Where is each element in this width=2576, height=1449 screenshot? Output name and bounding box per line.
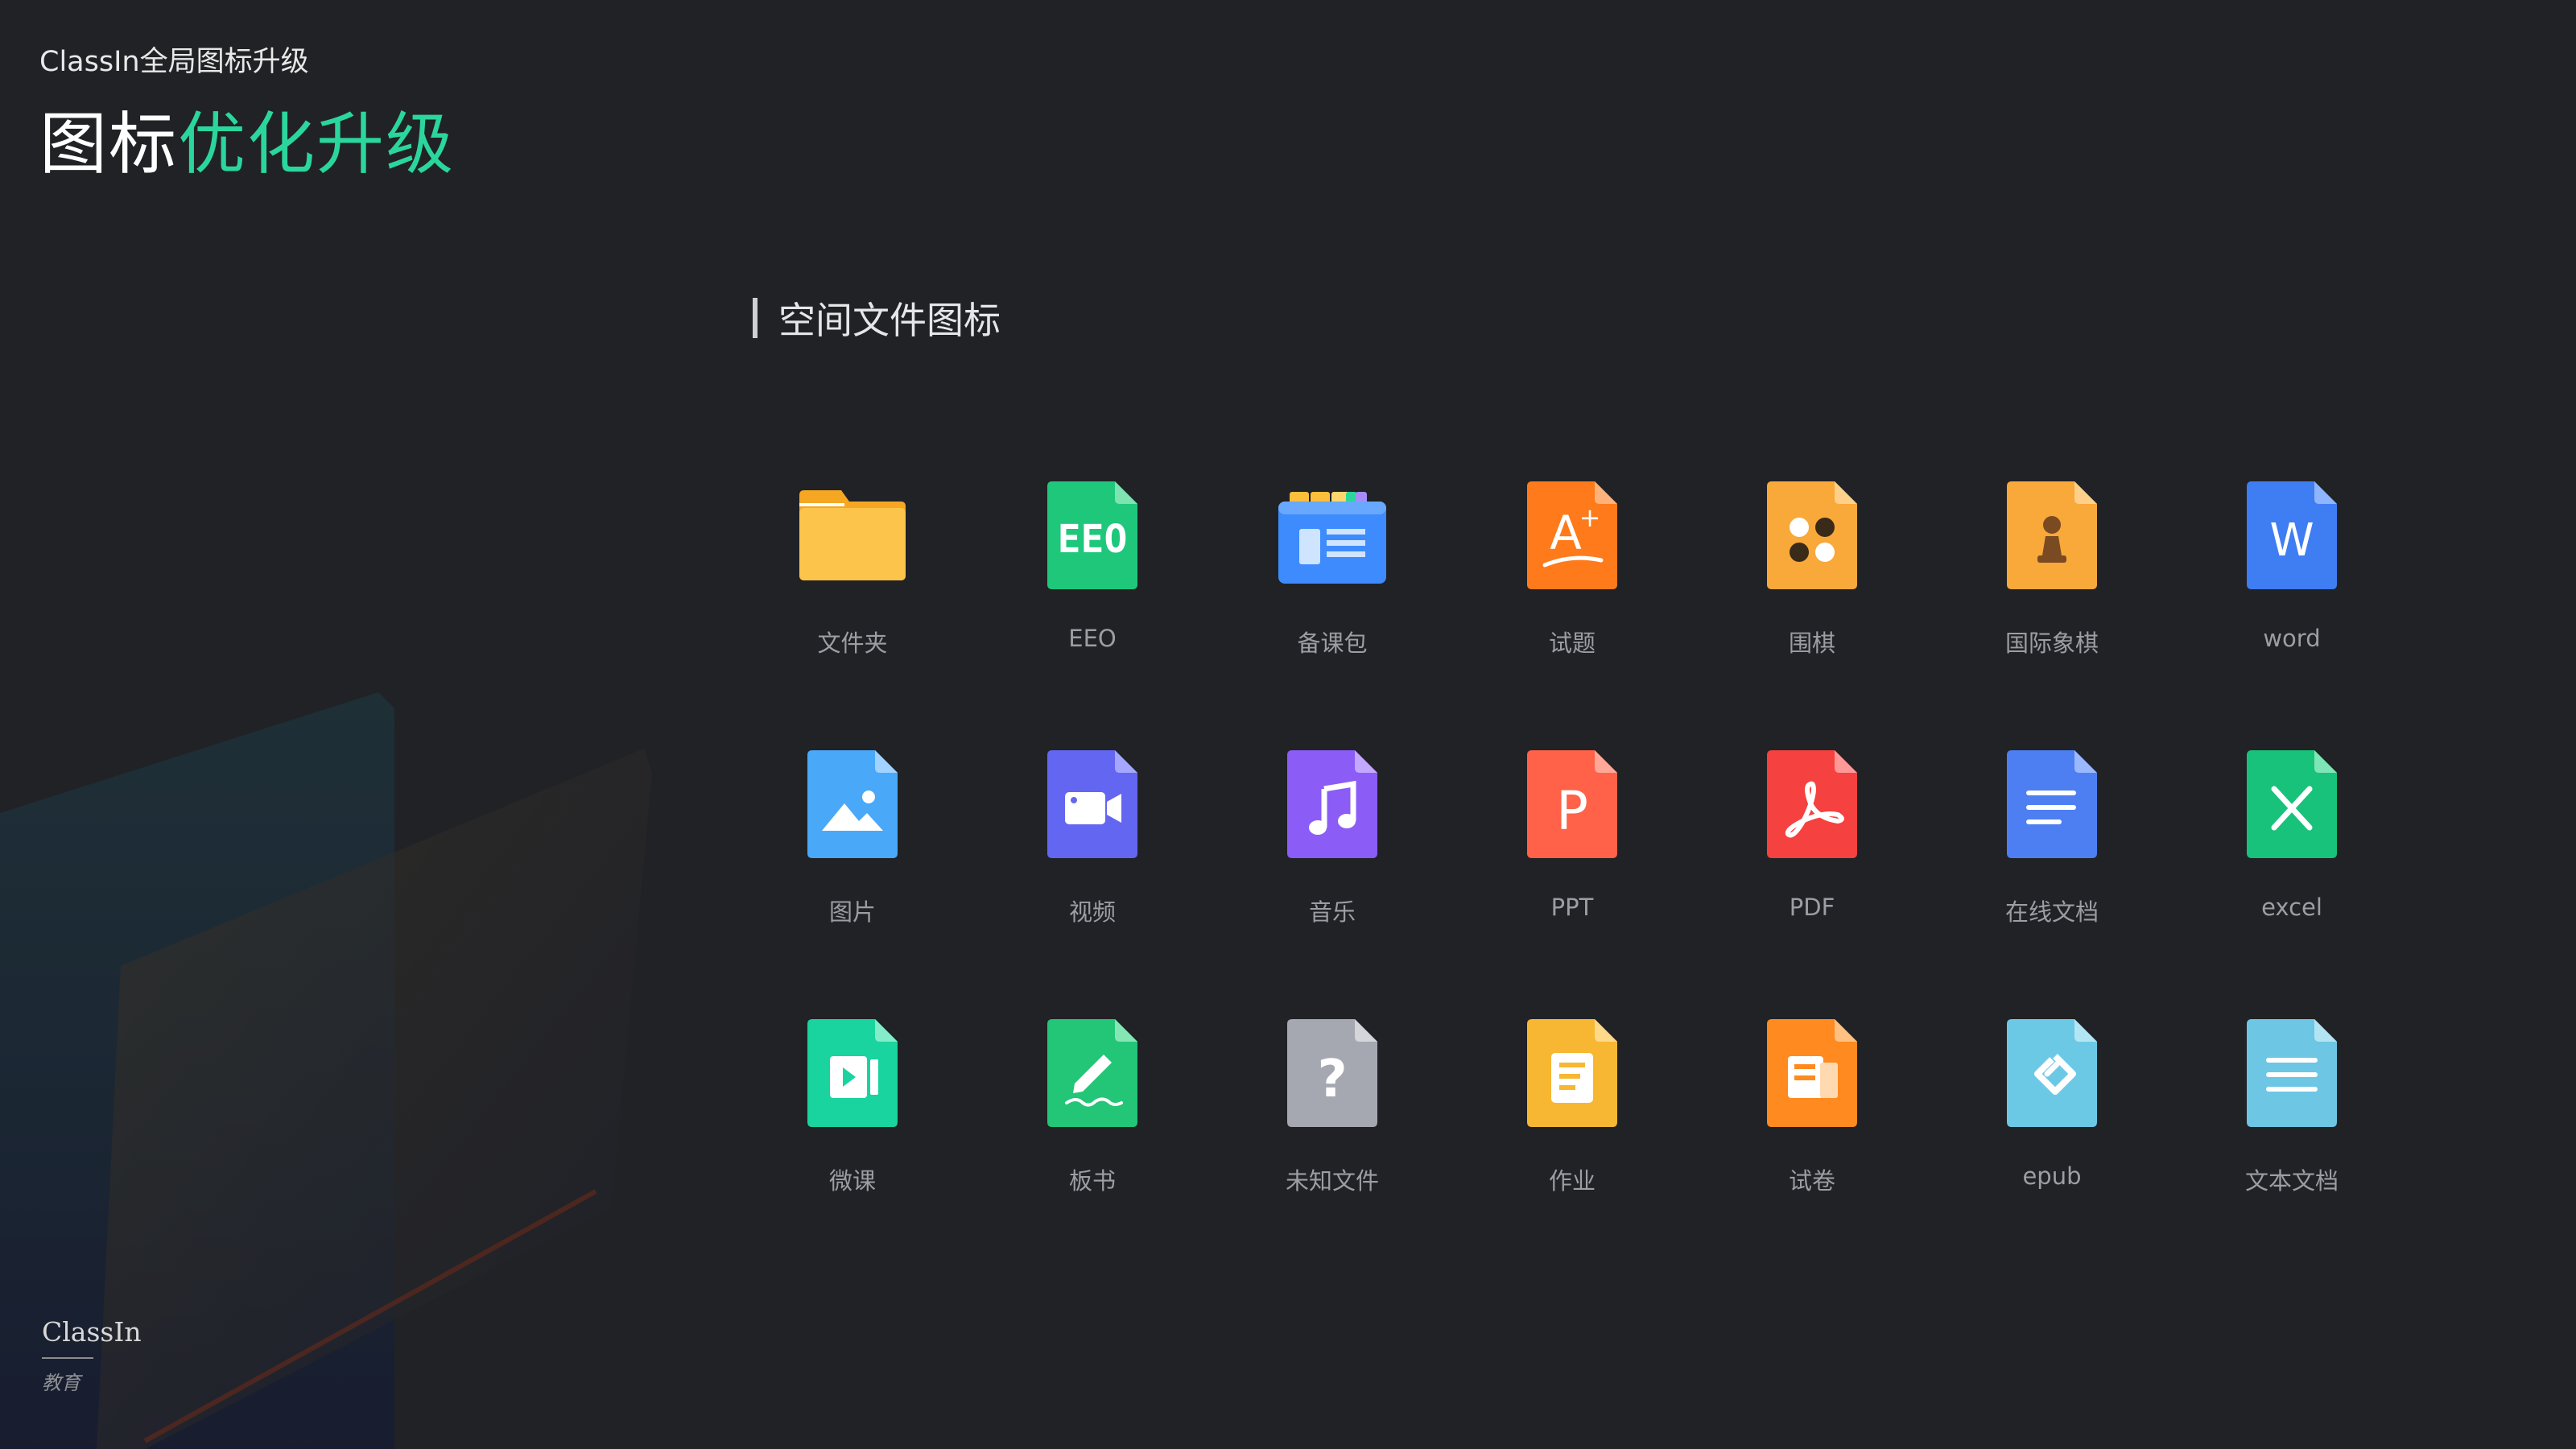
- file-type-label: excel: [2261, 894, 2322, 921]
- file-type-label: 作业: [1548, 1167, 1596, 1195]
- homework-icon: [1527, 1019, 1617, 1127]
- page-title-green: 优化升级: [178, 105, 456, 184]
- section-heading: 空间文件图标: [753, 290, 1001, 346]
- image-icon: [807, 750, 898, 858]
- file-type-label: 试卷: [1788, 1167, 1835, 1195]
- micro-lesson-icon: [807, 1019, 898, 1127]
- file-type-label: EEO: [1068, 625, 1117, 652]
- presentation-subtitle: ClassIn全局图标升级: [39, 46, 309, 78]
- svg-text:?: ?: [1317, 1050, 1347, 1109]
- file-type-video: 视频: [972, 744, 1212, 1013]
- word-icon: W: [2247, 481, 2337, 589]
- blackboard-writing-icon: [1047, 1019, 1137, 1127]
- file-type-label: 微课: [828, 1167, 876, 1195]
- text-doc-icon: [2247, 1019, 2337, 1127]
- brand-subtitle: 教育: [42, 1372, 80, 1394]
- svg-text:EEO: EEO: [1058, 517, 1128, 562]
- ppt-icon: P: [1527, 750, 1617, 858]
- file-type-label: 国际象棋: [2004, 630, 2099, 657]
- file-type-test-question: A + 试题: [1452, 475, 1692, 744]
- file-type-text-doc: 文本文档: [2172, 1013, 2412, 1282]
- brand-divider: [42, 1357, 93, 1359]
- file-type-lesson-package: 备课包: [1212, 475, 1452, 744]
- excel-icon: [2247, 750, 2337, 858]
- online-doc-icon: [2007, 750, 2097, 858]
- file-type-label: 未知文件: [1285, 1167, 1379, 1195]
- file-type-label: 视频: [1068, 898, 1116, 926]
- file-type-micro-lesson: 微课: [733, 1013, 972, 1282]
- file-type-label: 文本文档: [2244, 1167, 2339, 1195]
- file-type-online-doc: 在线文档: [1932, 744, 2172, 1013]
- file-type-homework: 作业: [1452, 1013, 1692, 1282]
- unknown-file-icon: ?: [1287, 1019, 1377, 1127]
- background-tablet-decoration: [0, 692, 652, 1449]
- file-type-exam-paper: 试卷: [1692, 1013, 1932, 1282]
- brand-logo: ClassIn 教育: [42, 1316, 142, 1395]
- file-type-ppt: P PPT: [1452, 744, 1692, 1013]
- file-type-unknown: ? 未知文件: [1212, 1013, 1452, 1282]
- folder-icon: [799, 490, 906, 580]
- file-type-label: 图片: [828, 898, 876, 926]
- file-type-label: word: [2263, 625, 2321, 652]
- epub-icon: [2007, 1019, 2097, 1127]
- svg-text:+: +: [1579, 502, 1601, 533]
- svg-text:W: W: [2269, 514, 2314, 567]
- file-icon-grid: 文件夹 EEO EEO 备课包 A + 试题 围棋 国际象棋 W word 图片…: [733, 475, 2391, 1282]
- file-type-label: PDF: [1789, 894, 1835, 921]
- file-type-label: 板书: [1068, 1167, 1116, 1195]
- svg-text:A: A: [1550, 506, 1582, 560]
- video-icon: [1047, 750, 1137, 858]
- file-type-excel: excel: [2172, 744, 2412, 1013]
- file-type-eeo: EEO EEO: [972, 475, 1212, 744]
- file-type-epub: epub: [1932, 1013, 2172, 1282]
- file-type-label: epub: [2022, 1162, 2082, 1190]
- section-heading-text: 空间文件图标: [778, 299, 1001, 342]
- file-type-pdf: PDF: [1692, 744, 1932, 1013]
- go-game-icon: [1767, 481, 1857, 589]
- brand-name: ClassIn: [42, 1316, 142, 1348]
- file-type-word: W word: [2172, 475, 2412, 744]
- svg-text:P: P: [1556, 780, 1588, 842]
- section-heading-bar: [753, 298, 758, 338]
- pdf-icon: [1767, 750, 1857, 858]
- file-type-blackboard-writing: 板书: [972, 1013, 1212, 1282]
- file-type-music: 音乐: [1212, 744, 1452, 1013]
- file-type-label: PPT: [1550, 894, 1594, 921]
- file-type-label: 在线文档: [2004, 898, 2099, 926]
- exam-paper-icon: [1767, 1019, 1857, 1127]
- lesson-package-icon: [1278, 492, 1386, 584]
- page-title: 图标优化升级: [39, 90, 455, 188]
- file-type-label: 音乐: [1308, 898, 1356, 926]
- file-type-folder: 文件夹: [733, 475, 972, 744]
- file-type-label: 围棋: [1788, 630, 1835, 657]
- file-type-image: 图片: [733, 744, 972, 1013]
- test-question-icon: A +: [1527, 481, 1617, 589]
- file-type-label: 备课包: [1297, 630, 1368, 657]
- file-type-chess: 国际象棋: [1932, 475, 2172, 744]
- file-type-go-game: 围棋: [1692, 475, 1932, 744]
- music-icon: [1287, 750, 1377, 858]
- file-type-label: 试题: [1548, 630, 1596, 657]
- file-type-label: 文件夹: [817, 630, 888, 657]
- page-title-white: 图标: [39, 105, 179, 184]
- chess-icon: [2007, 481, 2097, 589]
- eeo-icon: EEO: [1047, 481, 1137, 589]
